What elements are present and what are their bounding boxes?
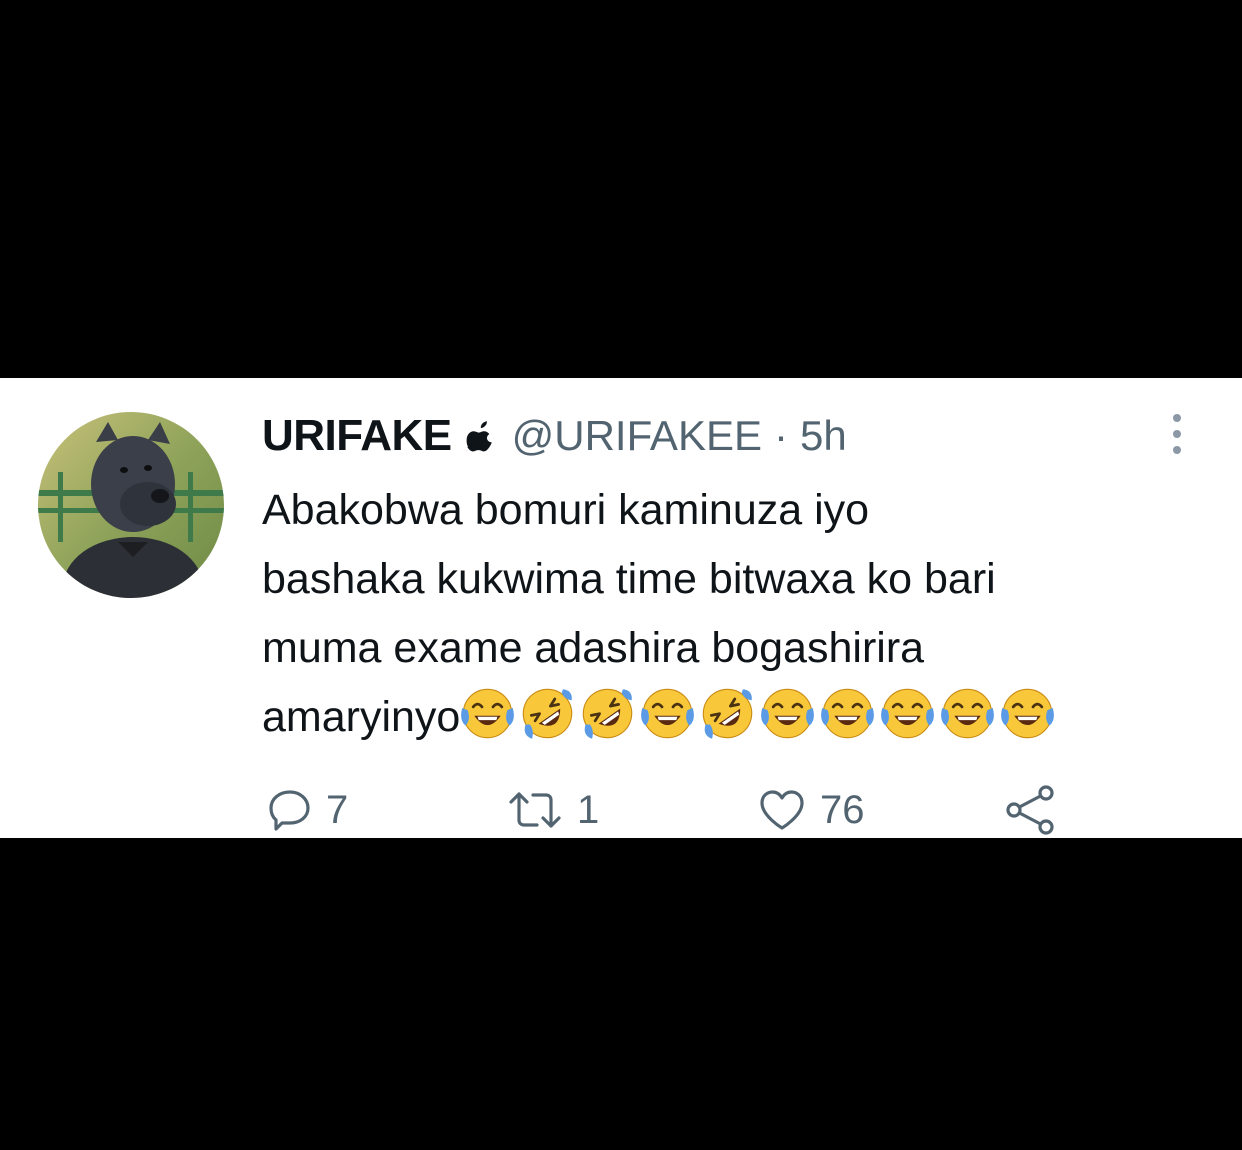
rolling-laughing-emoji bbox=[580, 686, 635, 741]
apple-icon bbox=[466, 420, 494, 452]
tweet-header: URIFAKE @URIFAKEE · 5h bbox=[262, 408, 847, 464]
avatar[interactable] bbox=[38, 412, 224, 598]
vertical-ellipsis-icon[interactable] bbox=[1162, 412, 1192, 456]
retweet-button[interactable]: 1 bbox=[507, 780, 599, 840]
tweet-text-line-last: amaryinyo bbox=[262, 683, 1202, 752]
rolling-laughing-emoji bbox=[520, 686, 575, 741]
tweet-text-line: Abakobwa bomuri kaminuza iyo bbox=[262, 486, 870, 534]
tweet-text-word: amaryinyo bbox=[262, 693, 461, 741]
tears-of-joy-emoji bbox=[1000, 686, 1055, 741]
user-handle[interactable]: @URIFAKEE bbox=[512, 412, 762, 460]
rolling-laughing-emoji bbox=[700, 686, 755, 741]
reply-icon bbox=[269, 790, 310, 831]
heart-icon bbox=[760, 790, 804, 830]
tears-of-joy-emoji bbox=[880, 686, 935, 741]
tears-of-joy-emoji bbox=[820, 686, 875, 741]
tears-of-joy-emoji bbox=[760, 686, 815, 741]
like-button[interactable]: 76 bbox=[758, 780, 865, 840]
like-count: 76 bbox=[820, 787, 865, 832]
tweet-text-line: bashaka kukwima time bitwaxa ko bari bbox=[262, 555, 996, 603]
share-icon bbox=[1006, 785, 1054, 835]
tweet-card[interactable]: URIFAKE @URIFAKEE · 5h Abakobwa bomuri k… bbox=[0, 378, 1242, 838]
reply-button[interactable]: 7 bbox=[268, 780, 348, 840]
tweet-text: Abakobwa bomuri kaminuza iyo bashaka kuk… bbox=[262, 476, 1202, 752]
reply-count: 7 bbox=[326, 787, 349, 832]
emoji-row bbox=[460, 686, 1055, 741]
tears-of-joy-emoji bbox=[640, 686, 695, 741]
dog-avatar-image bbox=[38, 412, 224, 598]
timestamp[interactable]: 5h bbox=[800, 412, 847, 460]
retweet-icon bbox=[509, 792, 561, 828]
tears-of-joy-emoji bbox=[940, 686, 995, 741]
separator-dot: · bbox=[773, 412, 788, 459]
retweet-count: 1 bbox=[577, 787, 600, 832]
display-name[interactable]: URIFAKE bbox=[262, 411, 452, 461]
tweet-text-line: muma exame adashira bogashirira bbox=[262, 624, 925, 672]
share-button[interactable] bbox=[1002, 780, 1058, 840]
tears-of-joy-emoji bbox=[460, 686, 515, 741]
action-bar: 7 1 76 bbox=[262, 780, 1162, 840]
